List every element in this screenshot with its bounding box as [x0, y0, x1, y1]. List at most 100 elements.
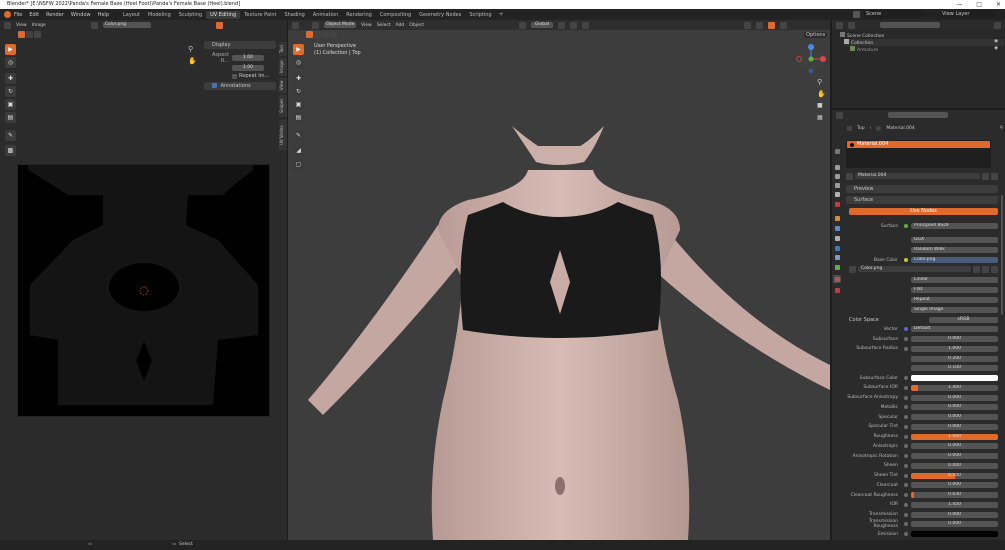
scale-tool-icon[interactable]: ▣: [5, 99, 16, 110]
extension-dropdown[interactable]: Repeat: [911, 297, 998, 303]
bsdf-input-field[interactable]: 0.000: [911, 404, 998, 411]
aspect-y-field[interactable]: 1.00: [232, 65, 264, 71]
bsdf-input-field[interactable]: [911, 375, 998, 381]
bsdf-input-field[interactable]: 0.100: [911, 365, 998, 372]
annotations-panel[interactable]: Annotations: [204, 82, 276, 90]
tab-modeling[interactable]: Modeling: [144, 11, 175, 19]
bsdf-input-field[interactable]: 0.000: [911, 443, 998, 450]
editor-type-icon[interactable]: [836, 21, 843, 29]
close-icon[interactable]: ✕: [996, 0, 1001, 9]
rotate-tool-icon[interactable]: ↻: [5, 86, 16, 97]
maximize-icon[interactable]: □: [976, 0, 982, 9]
filter-icon[interactable]: [994, 21, 1001, 29]
properties-tab-output-icon[interactable]: [833, 172, 841, 180]
open-image-icon[interactable]: [982, 266, 989, 273]
bsdf-input-field[interactable]: 0.000: [911, 462, 998, 469]
projection-dropdown[interactable]: Flat: [911, 287, 998, 293]
pan-hand-icon[interactable]: ✋: [188, 57, 197, 65]
socket-icon[interactable]: [904, 454, 908, 458]
unlink-image-icon[interactable]: [991, 266, 998, 273]
tab-layout[interactable]: Layout: [119, 11, 144, 19]
bsdf-input-field[interactable]: 0.000: [911, 414, 998, 420]
image-pin-icon[interactable]: [215, 21, 223, 29]
browse-image-icon[interactable]: [849, 266, 856, 273]
tab-scripting[interactable]: Scripting: [465, 11, 495, 19]
socket-icon[interactable]: [904, 376, 908, 380]
interpolation-dropdown[interactable]: Linear: [911, 277, 998, 283]
menu-file[interactable]: File: [14, 12, 22, 18]
annotations-checkbox[interactable]: [212, 83, 217, 88]
uv-sync-icon[interactable]: [26, 31, 33, 38]
tab-texture-paint[interactable]: Texture Paint: [240, 11, 280, 19]
properties-tab-texture-icon[interactable]: [833, 286, 841, 294]
properties-tab-physics-icon[interactable]: [833, 244, 841, 252]
menu-window[interactable]: Window: [71, 12, 91, 18]
properties-search-field[interactable]: [888, 112, 948, 118]
visibility-icon[interactable]: ◉: [994, 39, 998, 44]
uv-menu-image[interactable]: Image: [32, 23, 46, 28]
properties-tab-tool-icon[interactable]: [833, 147, 841, 155]
socket-icon[interactable]: [904, 415, 908, 419]
duplicate-image-icon[interactable]: [973, 266, 980, 273]
subsurface-method-dropdown[interactable]: Random Walk: [911, 247, 998, 253]
socket-icon[interactable]: [904, 532, 908, 536]
material-name-field[interactable]: Material.004: [855, 173, 980, 179]
zoom-icon[interactable]: ⚲: [188, 45, 193, 53]
display-mode-icon[interactable]: [848, 21, 855, 29]
socket-icon[interactable]: [904, 424, 908, 429]
properties-tab-world-icon[interactable]: [833, 200, 841, 208]
outliner-search-field[interactable]: [880, 22, 940, 28]
bsdf-input-field[interactable]: 0.000: [911, 521, 998, 528]
bsdf-input-field[interactable]: 0.000: [911, 511, 998, 518]
menu-render[interactable]: Render: [46, 12, 64, 18]
tab-geometry-nodes[interactable]: Geometry Nodes: [415, 11, 465, 19]
socket-icon[interactable]: [904, 346, 908, 351]
bsdf-input-field[interactable]: 1.000: [911, 433, 998, 440]
tab-shading[interactable]: Shading: [280, 11, 308, 19]
scene-icon[interactable]: [853, 11, 860, 18]
properties-tab-constraints-icon[interactable]: [833, 253, 841, 261]
properties-tab-render-icon[interactable]: [833, 163, 841, 171]
socket-icon[interactable]: [904, 512, 908, 517]
add-workspace-icon[interactable]: +: [499, 11, 504, 18]
properties-tab-object-data-icon[interactable]: [833, 263, 841, 271]
bsdf-input-field[interactable]: 0.000: [911, 453, 998, 459]
display-panel-header[interactable]: Display: [204, 41, 276, 49]
image-name-field[interactable]: Color.png: [102, 22, 151, 28]
vector-field[interactable]: Default: [911, 326, 998, 332]
source-dropdown[interactable]: Single Image: [911, 307, 998, 313]
pin-icon[interactable]: ⚲: [1000, 126, 1003, 131]
uv-select-mode-icon[interactable]: [18, 31, 25, 38]
outliner-row-scene-collection[interactable]: Scene Collection: [840, 32, 884, 39]
socket-icon[interactable]: [904, 337, 908, 341]
properties-tab-scene-icon[interactable]: [833, 190, 841, 198]
distribution-dropdown[interactable]: GGX: [911, 237, 998, 243]
editor-type-icon[interactable]: [836, 111, 843, 119]
bsdf-input-field[interactable]: 0.000: [911, 423, 998, 430]
visibility-icon[interactable]: ◉: [994, 46, 998, 51]
preview-panel-header[interactable]: Preview: [846, 185, 998, 193]
sidebar-tab-scopes[interactable]: Scopes: [279, 95, 287, 117]
select-tool-icon[interactable]: ▶: [5, 44, 16, 55]
repeat-checkbox[interactable]: [232, 73, 237, 79]
socket-icon[interactable]: [904, 502, 908, 507]
uv-menu-view[interactable]: View: [16, 23, 27, 28]
browse-material-icon[interactable]: [846, 173, 853, 180]
annotate-tool-icon[interactable]: ✎: [5, 130, 16, 141]
grab-tool-icon[interactable]: ▩: [5, 145, 16, 156]
editor-type-icon[interactable]: [4, 21, 11, 29]
socket-icon[interactable]: [904, 444, 908, 449]
tab-rendering[interactable]: Rendering: [342, 11, 376, 19]
socket-icon[interactable]: [904, 395, 908, 400]
material-slot-item[interactable]: Material.004: [847, 141, 990, 148]
scene-selector[interactable]: Scene: [864, 10, 924, 18]
bsdf-input-field[interactable]: 0.000: [911, 336, 998, 342]
aspect-x-field[interactable]: 1.00: [232, 55, 264, 61]
sidebar-tab-uv-vertex[interactable]: UV Vertex: [279, 120, 287, 150]
use-nodes-button[interactable]: Use Nodes: [849, 208, 998, 215]
bsdf-input-field[interactable]: 0.000: [911, 482, 998, 489]
bsdf-input-field[interactable]: [911, 531, 998, 537]
bsdf-input-field[interactable]: 0.200: [911, 355, 998, 362]
unlink-material-icon[interactable]: [991, 173, 998, 180]
minimize-icon[interactable]: —: [956, 0, 962, 9]
